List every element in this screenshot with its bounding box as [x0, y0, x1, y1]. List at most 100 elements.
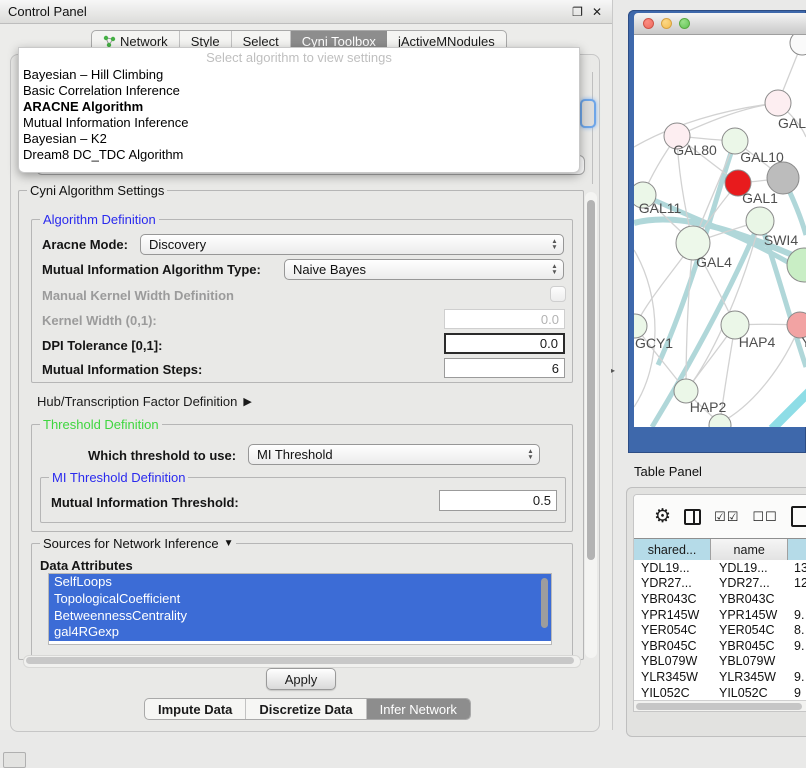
- apply-button[interactable]: Apply: [266, 668, 336, 690]
- table-cell: 8.: [790, 623, 806, 637]
- table-cell: YBR045C: [634, 639, 712, 653]
- mi-algorithm-type-combo[interactable]: Naive Bayes ▲▼: [284, 259, 564, 280]
- hub-definition-section[interactable]: Hub/Transcription Factor Definition ▶: [37, 394, 252, 409]
- table-row[interactable]: YBL079WYBL079W: [634, 654, 806, 670]
- control-panel: Control Panel ❐ ✕ Network Style Select C…: [0, 0, 613, 730]
- tab-infer-network[interactable]: Infer Network: [367, 699, 470, 719]
- mi-threshold-field[interactable]: 0.5: [439, 490, 557, 511]
- deselect-all-columns-icon[interactable]: ☐☐: [752, 509, 777, 525]
- dropdown-placeholder: Select algorithm to view settings: [19, 48, 579, 67]
- dpi-tolerance-field[interactable]: 0.0: [444, 333, 565, 354]
- settings-horizontal-scrollbar[interactable]: [23, 655, 581, 668]
- table-row[interactable]: YDL19...YDL19...13: [634, 560, 806, 576]
- close-panel-icon[interactable]: ✕: [592, 5, 602, 19]
- algorithm-definition-group: Algorithm Definition Aracne Mode: Discov…: [31, 219, 573, 383]
- table-cell: YBL079W: [634, 654, 712, 668]
- network-node-label: GCY1: [635, 335, 673, 351]
- network-node-label: GAL80: [673, 142, 717, 158]
- dpi-tolerance-value: 0.0: [540, 336, 558, 351]
- dropdown-item[interactable]: Bayesian – Hill Climbing: [19, 67, 579, 83]
- table-cell: YBR045C: [712, 639, 790, 653]
- table-panel-title: Table Panel: [634, 464, 702, 479]
- manual-kernel-width-checkbox[interactable]: [550, 286, 566, 302]
- list-item[interactable]: BetweennessCentrality: [49, 608, 551, 625]
- table-cell: YPR145W: [712, 608, 790, 622]
- network-node-label: Y: [801, 334, 806, 350]
- zoom-window-icon[interactable]: [679, 18, 690, 29]
- minimize-window-icon[interactable]: [661, 18, 672, 29]
- collapse-arrow-icon[interactable]: ▼: [224, 538, 234, 549]
- cyni-algorithm-settings-group: Cyni Algorithm Settings Algorithm Defini…: [18, 190, 584, 660]
- network-canvas[interactable]: GALGAL80GAL10GAL1GAL11SWI4GAL4GCY1HAP4YH…: [634, 35, 806, 427]
- table-row[interactable]: YIL052CYIL052C9: [634, 685, 806, 700]
- table-panel: ⚙ ☑☑ ☐☐ shared... name YDL19...YDL19...1…: [626, 487, 806, 737]
- table-horizontal-scrollbar[interactable]: [634, 700, 806, 712]
- table-row[interactable]: YPR145WYPR145W9.: [634, 607, 806, 623]
- threshold-definition-group: Threshold Definition Which threshold to …: [31, 424, 573, 532]
- table-cell: YDR27...: [634, 576, 712, 590]
- select-all-columns-icon[interactable]: ☑☑: [714, 509, 739, 525]
- table-row[interactable]: YLR345WYLR345W9.: [634, 669, 806, 685]
- list-item[interactable]: SelfLoops: [49, 574, 551, 591]
- algorithm-dropdown-popup: Select algorithm to view settings Bayesi…: [18, 47, 580, 173]
- table-cell: YDR27...: [712, 576, 790, 590]
- network-node[interactable]: [765, 90, 791, 116]
- dropdown-item[interactable]: Bayesian – K2: [19, 131, 579, 147]
- dropdown-item[interactable]: Dream8 DC_TDC Algorithm: [19, 147, 579, 163]
- manual-kernel-width-label: Manual Kernel Width Definition: [42, 288, 234, 303]
- table-row[interactable]: YBR043CYBR043C: [634, 591, 806, 607]
- panel-splitter-handle[interactable]: ▸: [611, 366, 615, 375]
- table-row[interactable]: YDR27...YDR27...12: [634, 576, 806, 592]
- combo-stepper-icon: ▲▼: [546, 264, 563, 275]
- tab-impute-data-label: Impute Data: [158, 702, 232, 717]
- sources-title: Sources for Network Inference ▼: [40, 536, 236, 551]
- settings-vertical-scrollbar[interactable]: [585, 192, 597, 658]
- list-item[interactable]: gal4RGexp: [49, 624, 551, 641]
- aracne-mode-combo[interactable]: Discovery ▲▼: [140, 234, 564, 255]
- network-node-label: GAL4: [696, 254, 732, 270]
- mi-steps-field[interactable]: 6: [444, 358, 565, 378]
- hidden-groupbox-border: [592, 72, 593, 184]
- network-node[interactable]: [767, 162, 799, 194]
- column-header-partial[interactable]: [788, 539, 806, 560]
- export-table-icon[interactable]: [791, 506, 806, 527]
- network-node-label: GAL: [778, 115, 806, 131]
- mi-algorithm-type-value: Naive Bayes: [293, 262, 366, 277]
- data-attributes-list[interactable]: SelfLoops TopologicalCoefficient Between…: [48, 573, 552, 645]
- data-attributes-label: Data Attributes: [40, 558, 133, 573]
- control-panel-titlebar: Control Panel ❐ ✕: [0, 0, 612, 24]
- table-cell: YLR345W: [712, 670, 790, 684]
- table-cell: YDL19...: [634, 561, 712, 575]
- tab-discretize-data[interactable]: Discretize Data: [246, 699, 366, 719]
- table-cell: YER054C: [712, 623, 790, 637]
- list-item[interactable]: TopologicalCoefficient: [49, 591, 551, 608]
- list-vertical-scrollbar[interactable]: [541, 578, 548, 628]
- table-panel-inner: ⚙ ☑☑ ☐☐ shared... name YDL19...YDL19...1…: [633, 494, 806, 712]
- expand-arrow-icon[interactable]: ▶: [243, 395, 251, 408]
- table-cell: 9.: [790, 608, 806, 622]
- network-node[interactable]: [790, 35, 806, 55]
- table-cell: 9: [790, 686, 806, 700]
- cytopanel-corner-button[interactable]: [3, 752, 26, 768]
- float-panel-icon[interactable]: ❐: [572, 5, 583, 19]
- kernel-width-value: 0.0: [541, 312, 559, 327]
- tab-infer-network-label: Infer Network: [380, 702, 457, 717]
- gear-icon[interactable]: ⚙: [654, 505, 671, 528]
- table-row[interactable]: YER054CYER054C8.: [634, 622, 806, 638]
- dropdown-item[interactable]: Basic Correlation Inference: [19, 83, 579, 99]
- mi-threshold-value: 0.5: [533, 493, 551, 508]
- mi-steps-value: 6: [552, 361, 559, 376]
- dropdown-item[interactable]: Mutual Information Inference: [19, 115, 579, 131]
- network-node[interactable]: [746, 207, 774, 235]
- close-window-icon[interactable]: [643, 18, 654, 29]
- column-header-name[interactable]: name: [711, 539, 788, 560]
- tab-impute-data[interactable]: Impute Data: [145, 699, 246, 719]
- column-header-shared[interactable]: shared...: [634, 539, 711, 560]
- table-cell: YDL19...: [712, 561, 790, 575]
- column-layout-icon[interactable]: [684, 509, 701, 525]
- which-threshold-combo[interactable]: MI Threshold ▲▼: [248, 444, 540, 465]
- tab-discretize-data-label: Discretize Data: [259, 702, 352, 717]
- table-row[interactable]: YBR045CYBR045C9.: [634, 638, 806, 654]
- dpi-tolerance-label: DPI Tolerance [0,1]:: [42, 338, 162, 353]
- dropdown-item-selected[interactable]: ARACNE Algorithm: [19, 99, 579, 115]
